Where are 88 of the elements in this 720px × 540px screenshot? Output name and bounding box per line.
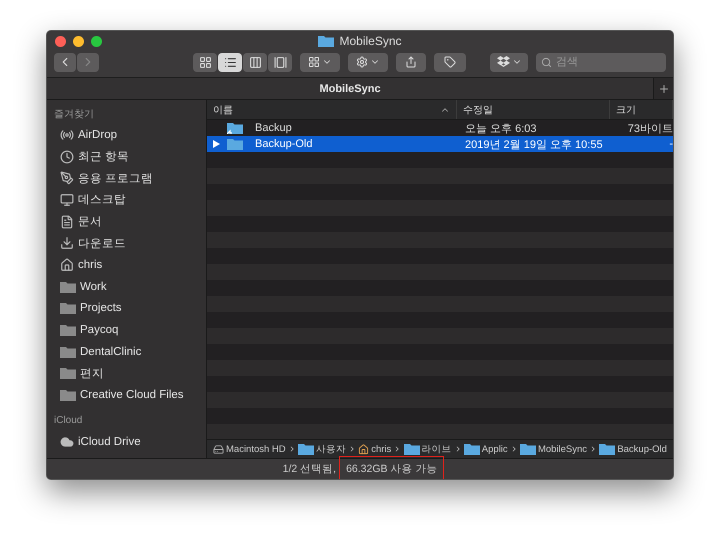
tag-button[interactable] xyxy=(434,52,466,72)
sidebar-item[interactable]: Work xyxy=(54,276,206,298)
sidebar-section-title: 즐겨찾기 xyxy=(54,108,95,122)
sidebar-item[interactable]: 최근 항목 xyxy=(54,146,206,168)
sidebar-item[interactable]: DentalClinic xyxy=(54,340,206,363)
search-field[interactable]: 검색 xyxy=(536,52,666,72)
sidebar-item[interactable]: 문서 xyxy=(54,210,206,232)
modified-date: 2019년 2월 19일 오후 10:55 xyxy=(464,138,604,152)
settings-icon xyxy=(356,56,368,68)
view-mode-button[interactable] xyxy=(218,52,242,72)
dropbox-button[interactable] xyxy=(490,52,528,72)
sidebar-item[interactable]: Paycoq xyxy=(54,319,206,341)
file-name: Backup-Old xyxy=(254,138,312,150)
minimize-button[interactable] xyxy=(73,36,84,46)
folder-icon xyxy=(520,443,536,455)
sidebar-item[interactable]: 응용 프로그램 xyxy=(54,167,206,190)
sidebar-item[interactable]: iCloud Drive xyxy=(54,430,206,453)
path-item[interactable]: Backup-Old xyxy=(599,443,667,455)
modified-date: 오늘 오후 6:03 xyxy=(464,122,538,136)
sidebar-item[interactable]: chris xyxy=(54,254,206,276)
grid-icon xyxy=(308,56,320,68)
boxes-icon xyxy=(496,56,510,68)
home-icon xyxy=(60,258,74,272)
folder-icon xyxy=(60,389,76,402)
close-button[interactable] xyxy=(55,36,66,46)
path-item[interactable]: 라이브 xyxy=(404,442,452,456)
window-title: MobileSync xyxy=(339,34,402,48)
file-name: Backup xyxy=(254,122,292,134)
path-item[interactable]: Applic xyxy=(464,443,508,455)
gallery-view-icon xyxy=(274,56,287,68)
action-button[interactable] xyxy=(348,52,388,72)
zoom-button[interactable] xyxy=(91,36,102,46)
column-header[interactable]: 이름 xyxy=(207,100,457,119)
path-item[interactable]: 사용자 xyxy=(298,442,346,456)
folder-icon xyxy=(227,138,243,150)
sidebar-item[interactable]: Projects xyxy=(54,298,206,320)
cloud-icon xyxy=(60,434,74,449)
sidebar-item[interactable]: Creative Cloud Files xyxy=(54,384,206,406)
sidebar-section-title: iCloud xyxy=(54,414,84,428)
file-size: 73바이트 xyxy=(626,122,673,136)
view-mode-button[interactable] xyxy=(243,52,268,72)
file-row[interactable]: Backup 오늘 오후 6:03 73바이트 xyxy=(207,120,673,136)
home-icon xyxy=(358,444,370,454)
column-header[interactable]: 크기 xyxy=(610,100,673,119)
folder-icon xyxy=(227,122,243,134)
forward-button[interactable] xyxy=(77,52,99,72)
view-mode-button[interactable] xyxy=(193,52,218,72)
sidebar-item[interactable]: 데스크탑 xyxy=(54,189,206,211)
signal-rings-icon xyxy=(60,128,74,142)
folder-icon xyxy=(60,302,76,314)
clock-icon xyxy=(60,150,74,164)
disclosure-triangle-icon xyxy=(213,140,220,148)
path-item[interactable]: chris xyxy=(358,444,392,454)
group-button[interactable] xyxy=(300,52,340,72)
folder-icon xyxy=(599,443,616,455)
tag-icon xyxy=(444,56,456,68)
list-view-icon xyxy=(224,56,237,68)
share-icon xyxy=(405,56,418,68)
status-text: 1/2 선택됨, xyxy=(282,462,338,477)
sidebar-item[interactable]: AirDrop xyxy=(54,124,206,146)
monitor-icon xyxy=(60,192,74,207)
back-button[interactable] xyxy=(54,52,76,72)
folder-icon xyxy=(298,443,314,455)
plus-icon xyxy=(658,82,670,94)
pen-tool-icon xyxy=(60,171,74,186)
folder-icon xyxy=(318,35,334,47)
columns-view-icon xyxy=(248,56,262,68)
tab[interactable]: MobileSync xyxy=(47,78,653,99)
search-icon xyxy=(541,56,552,68)
folder-icon xyxy=(60,280,76,293)
folder-icon xyxy=(404,443,420,455)
folder-icon xyxy=(60,346,76,358)
folder-icon xyxy=(60,324,76,336)
sidebar-item[interactable]: 다운로드 xyxy=(54,232,206,254)
download-icon xyxy=(60,236,74,250)
icons-view-icon xyxy=(198,56,212,68)
column-header[interactable]: 수정일 xyxy=(457,100,610,119)
file-size: - xyxy=(668,138,673,150)
share-button[interactable] xyxy=(396,52,426,72)
sidebar-item[interactable]: 편지 xyxy=(54,362,206,384)
folder-icon xyxy=(464,443,480,455)
path-item[interactable]: MobileSync xyxy=(520,443,588,455)
chevron-icon xyxy=(589,444,598,454)
folder-icon xyxy=(60,367,76,380)
document-icon xyxy=(60,214,74,229)
file-row[interactable]: Backup-Old 2019년 2월 19일 오후 10:55 - xyxy=(207,136,673,152)
view-mode-button[interactable] xyxy=(268,52,292,72)
path-item[interactable]: Macintosh HD xyxy=(213,444,286,454)
